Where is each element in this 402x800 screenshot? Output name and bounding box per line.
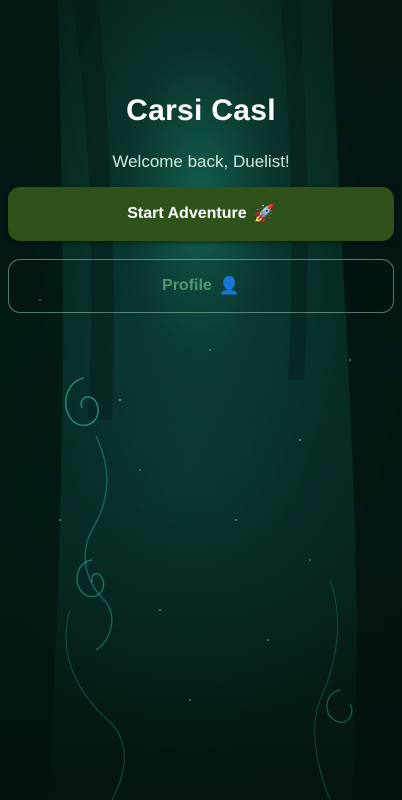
profile-button[interactable]: Profile 👤 (8, 259, 394, 313)
welcome-message: Welcome back, Duelist! (112, 152, 290, 171)
rocket-icon: 🚀 (253, 204, 275, 223)
home-screen: Carsi Casl Welcome back, Duelist! Start … (0, 0, 402, 800)
profile-label: Profile (162, 277, 212, 294)
app-title: Carsi Casl (126, 94, 276, 127)
start-adventure-label: Start Adventure (127, 205, 247, 222)
start-adventure-button[interactable]: Start Adventure 🚀 (8, 187, 394, 241)
person-icon: 👤 (218, 276, 240, 295)
